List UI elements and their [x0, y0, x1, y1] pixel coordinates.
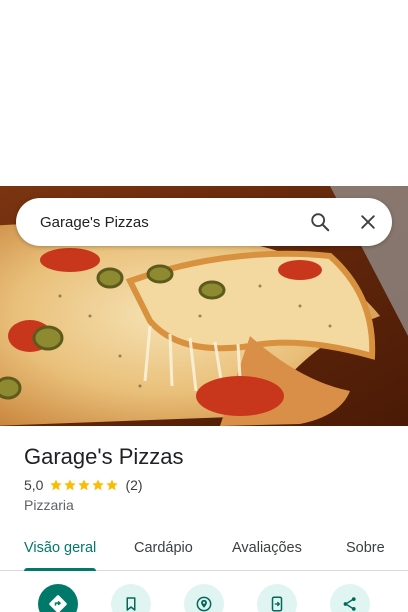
send-to-phone-icon [271, 596, 283, 612]
place-category[interactable]: Pizzaria [24, 497, 384, 513]
place-info: Garage's Pizzas 5,0 (2) Pizzaria [24, 442, 384, 513]
tab-menu[interactable]: Cardápio [134, 528, 193, 571]
tab-bar: Visão geral Cardápio Avaliações Sobre [0, 528, 408, 571]
directions-icon [49, 595, 67, 612]
directions-button[interactable] [38, 584, 78, 612]
bookmark-icon [126, 597, 136, 611]
share-icon [343, 597, 356, 611]
star-icon [64, 479, 77, 491]
nearby-button[interactable] [184, 584, 224, 612]
rating-value: 5,0 [24, 477, 44, 493]
tab-reviews[interactable]: Avaliações [232, 528, 302, 571]
search-icon [311, 213, 330, 232]
place-title: Garage's Pizzas [24, 444, 184, 469]
close-button[interactable] [344, 198, 392, 246]
rating-row[interactable]: 5,0 (2) [24, 477, 384, 493]
nearby-icon [196, 596, 212, 612]
search-bar[interactable]: Garage's Pizzas [16, 198, 392, 246]
tab-overview[interactable]: Visão geral [24, 528, 97, 571]
save-button[interactable] [111, 584, 151, 612]
tab-about[interactable]: Sobre [346, 528, 385, 571]
star-rating [49, 478, 119, 492]
send-to-phone-button[interactable] [257, 584, 297, 612]
share-button[interactable] [330, 584, 370, 612]
review-count[interactable]: (2) [125, 477, 142, 493]
action-buttons [0, 584, 408, 612]
star-icon [92, 479, 105, 491]
search-button[interactable] [296, 198, 344, 246]
star-icon [78, 479, 91, 491]
place-page: Garage's Pizzas Garage's Pizzas 5,0 (2) … [0, 0, 408, 612]
star-icon [106, 479, 119, 491]
search-input[interactable]: Garage's Pizzas [16, 214, 296, 231]
close-icon [361, 215, 375, 229]
star-icon [50, 479, 63, 491]
